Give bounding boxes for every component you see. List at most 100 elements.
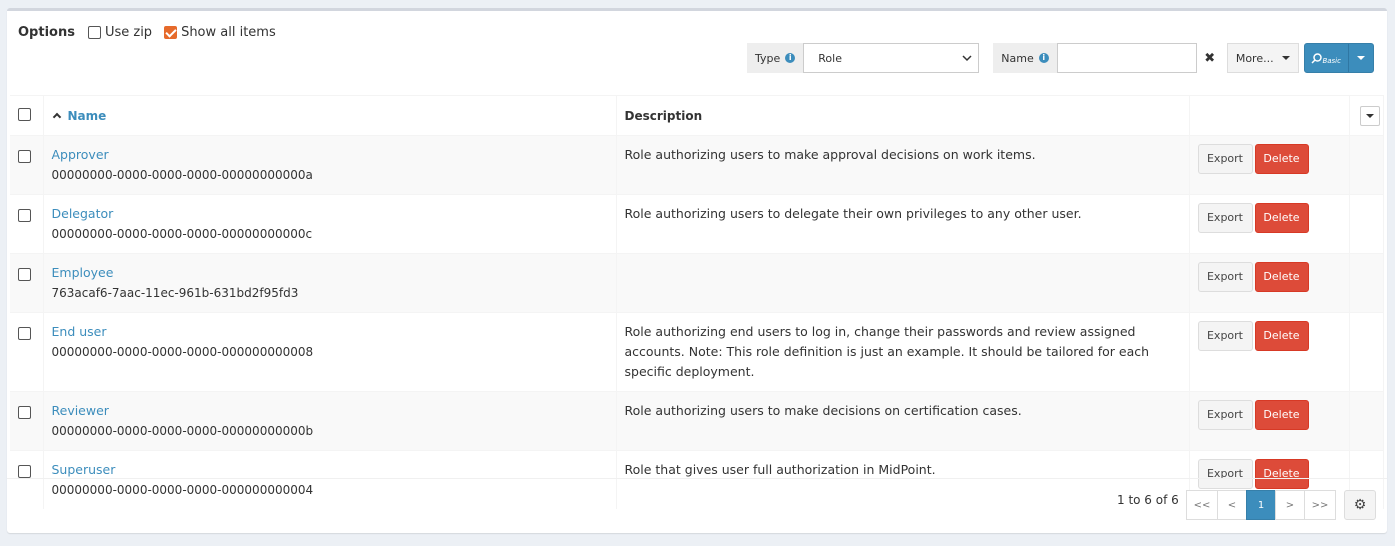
description-cell: Role authorizing users to make decisions… xyxy=(616,391,1190,451)
name-cell: Approver 00000000-0000-0000-0000-00000000… xyxy=(43,135,617,195)
delete-button[interactable]: Delete xyxy=(1254,321,1309,351)
info-icon[interactable]: i xyxy=(1038,53,1049,63)
actions-cell: Export Delete xyxy=(1189,312,1350,392)
search-icon xyxy=(1311,52,1323,64)
object-name-link[interactable]: Superuser xyxy=(52,460,608,480)
pagination-info: 1 to 6 of 6 xyxy=(1117,493,1179,507)
row-select-cell xyxy=(10,312,44,392)
empty-cell xyxy=(1349,135,1384,195)
description-cell: Role authorizing users to delegate their… xyxy=(616,194,1190,254)
select-all-cell xyxy=(10,95,44,136)
column-name-label[interactable]: Name xyxy=(68,109,107,123)
search-bar: Type i Role Name i ✖ More... Basic xyxy=(747,43,1374,73)
row-select-cell xyxy=(10,253,44,313)
row-checkbox[interactable] xyxy=(18,406,31,419)
row-checkbox[interactable] xyxy=(18,268,31,281)
row-select-cell xyxy=(10,194,44,254)
info-icon[interactable]: i xyxy=(785,53,796,63)
column-description-label: Description xyxy=(624,108,703,123)
use-zip-option[interactable]: Use zip xyxy=(87,25,153,40)
object-name-link[interactable]: Employee xyxy=(52,263,608,283)
table-row: Approver 00000000-0000-0000-0000-00000000… xyxy=(10,135,1384,195)
table-row: Reviewer 00000000-0000-0000-0000-00000000… xyxy=(10,391,1384,451)
first-page-button[interactable]: << xyxy=(1186,490,1218,520)
object-name-link[interactable]: End user xyxy=(52,322,608,342)
actions-cell: Export Delete xyxy=(1189,194,1350,254)
description-cell xyxy=(616,253,1190,313)
object-oid: 00000000-0000-0000-0000-000000000008 xyxy=(51,345,314,359)
last-page-button[interactable]: >> xyxy=(1304,490,1336,520)
object-name-link[interactable]: Approver xyxy=(52,145,608,165)
search-mode-dropdown[interactable] xyxy=(1349,44,1373,72)
next-page-button[interactable]: > xyxy=(1275,490,1305,520)
column-menu-cell xyxy=(1349,95,1384,136)
options-bar: Options Use zip Show all items xyxy=(18,25,288,40)
object-name-link[interactable]: Delegator xyxy=(52,204,608,224)
select-all-checkbox[interactable] xyxy=(18,107,31,121)
table-row: Delegator 00000000-0000-0000-0000-0000000… xyxy=(10,194,1384,254)
actions-cell: Export Delete xyxy=(1189,253,1350,313)
search-button[interactable]: Basic xyxy=(1303,43,1374,73)
empty-cell xyxy=(1349,194,1384,254)
use-zip-checkbox[interactable] xyxy=(87,26,101,39)
name-filter: Name i ✖ xyxy=(993,43,1223,73)
delete-button[interactable]: Delete xyxy=(1254,400,1309,430)
delete-button[interactable]: Delete xyxy=(1254,144,1309,174)
basic-search-button[interactable]: Basic xyxy=(1305,44,1349,72)
row-checkbox[interactable] xyxy=(18,150,31,163)
caret-down-icon xyxy=(1365,113,1374,118)
object-name-link[interactable]: Reviewer xyxy=(52,401,608,421)
more-button[interactable]: More... xyxy=(1226,43,1299,73)
column-header-name[interactable]: Name xyxy=(43,95,617,136)
export-button[interactable]: Export xyxy=(1197,321,1253,351)
clear-filter-icon[interactable]: ✖ xyxy=(1196,43,1223,73)
name-filter-label: Name xyxy=(1001,51,1034,65)
column-menu-button[interactable] xyxy=(1359,105,1380,126)
table-row: End user 00000000-0000-0000-0000-00000000… xyxy=(10,312,1384,392)
export-button[interactable]: Export xyxy=(1197,400,1253,430)
object-oid: 763acaf6-7aac-11ec-961b-631bd2f95fd3 xyxy=(51,286,299,300)
more-label: More... xyxy=(1235,51,1274,65)
description-cell: Role authorizing end users to log in, ch… xyxy=(616,312,1190,392)
name-input[interactable] xyxy=(1056,43,1197,73)
prev-page-button[interactable]: < xyxy=(1217,490,1247,520)
show-all-items-checkbox[interactable] xyxy=(164,26,178,39)
use-zip-label: Use zip xyxy=(104,25,153,40)
name-cell: Employee 763acaf6-7aac-11ec-961b-631bd2f9… xyxy=(43,253,617,313)
empty-cell xyxy=(1349,253,1384,313)
page-1-button[interactable]: 1 xyxy=(1246,490,1276,520)
delete-button[interactable]: Delete xyxy=(1254,203,1309,233)
empty-cell xyxy=(1349,312,1384,392)
show-all-items-option[interactable]: Show all items xyxy=(164,25,276,40)
delete-button[interactable]: Delete xyxy=(1254,262,1309,292)
caret-down-icon xyxy=(1281,56,1290,60)
object-table: Name Description Approver 00000000-0000-0… xyxy=(10,95,1384,509)
row-select-cell xyxy=(10,135,44,195)
row-checkbox[interactable] xyxy=(18,465,31,478)
show-all-items-label: Show all items xyxy=(181,25,276,40)
basic-label: Basic xyxy=(1322,57,1341,65)
actions-cell: Export Delete xyxy=(1189,391,1350,451)
column-header-description: Description xyxy=(616,95,1190,136)
options-title: Options xyxy=(18,25,75,40)
table-header: Name Description xyxy=(10,95,1384,136)
row-select-cell xyxy=(10,391,44,451)
type-select[interactable]: Role xyxy=(803,43,980,73)
pagination: << < 1 > >> xyxy=(1186,490,1336,520)
type-select-value: Role xyxy=(818,51,842,65)
object-oid: 00000000-0000-0000-0000-00000000000c xyxy=(51,227,313,241)
export-button[interactable]: Export xyxy=(1197,203,1253,233)
gear-icon[interactable]: ⚙ xyxy=(1344,490,1376,520)
export-button[interactable]: Export xyxy=(1197,262,1253,292)
type-filter: Type i Role xyxy=(747,43,980,73)
name-cell: End user 00000000-0000-0000-0000-00000000… xyxy=(43,312,617,392)
chevron-down-icon xyxy=(962,55,972,62)
object-oid: 00000000-0000-0000-0000-00000000000b xyxy=(51,424,314,438)
type-filter-label: Type xyxy=(755,51,781,65)
row-checkbox[interactable] xyxy=(18,327,31,340)
object-list-panel: Options Use zip Show all items Type i Ro… xyxy=(7,8,1387,533)
sort-ascending-icon xyxy=(52,112,61,121)
row-checkbox[interactable] xyxy=(18,209,31,222)
export-button[interactable]: Export xyxy=(1197,144,1253,174)
object-oid: 00000000-0000-0000-0000-00000000000a xyxy=(51,168,313,182)
